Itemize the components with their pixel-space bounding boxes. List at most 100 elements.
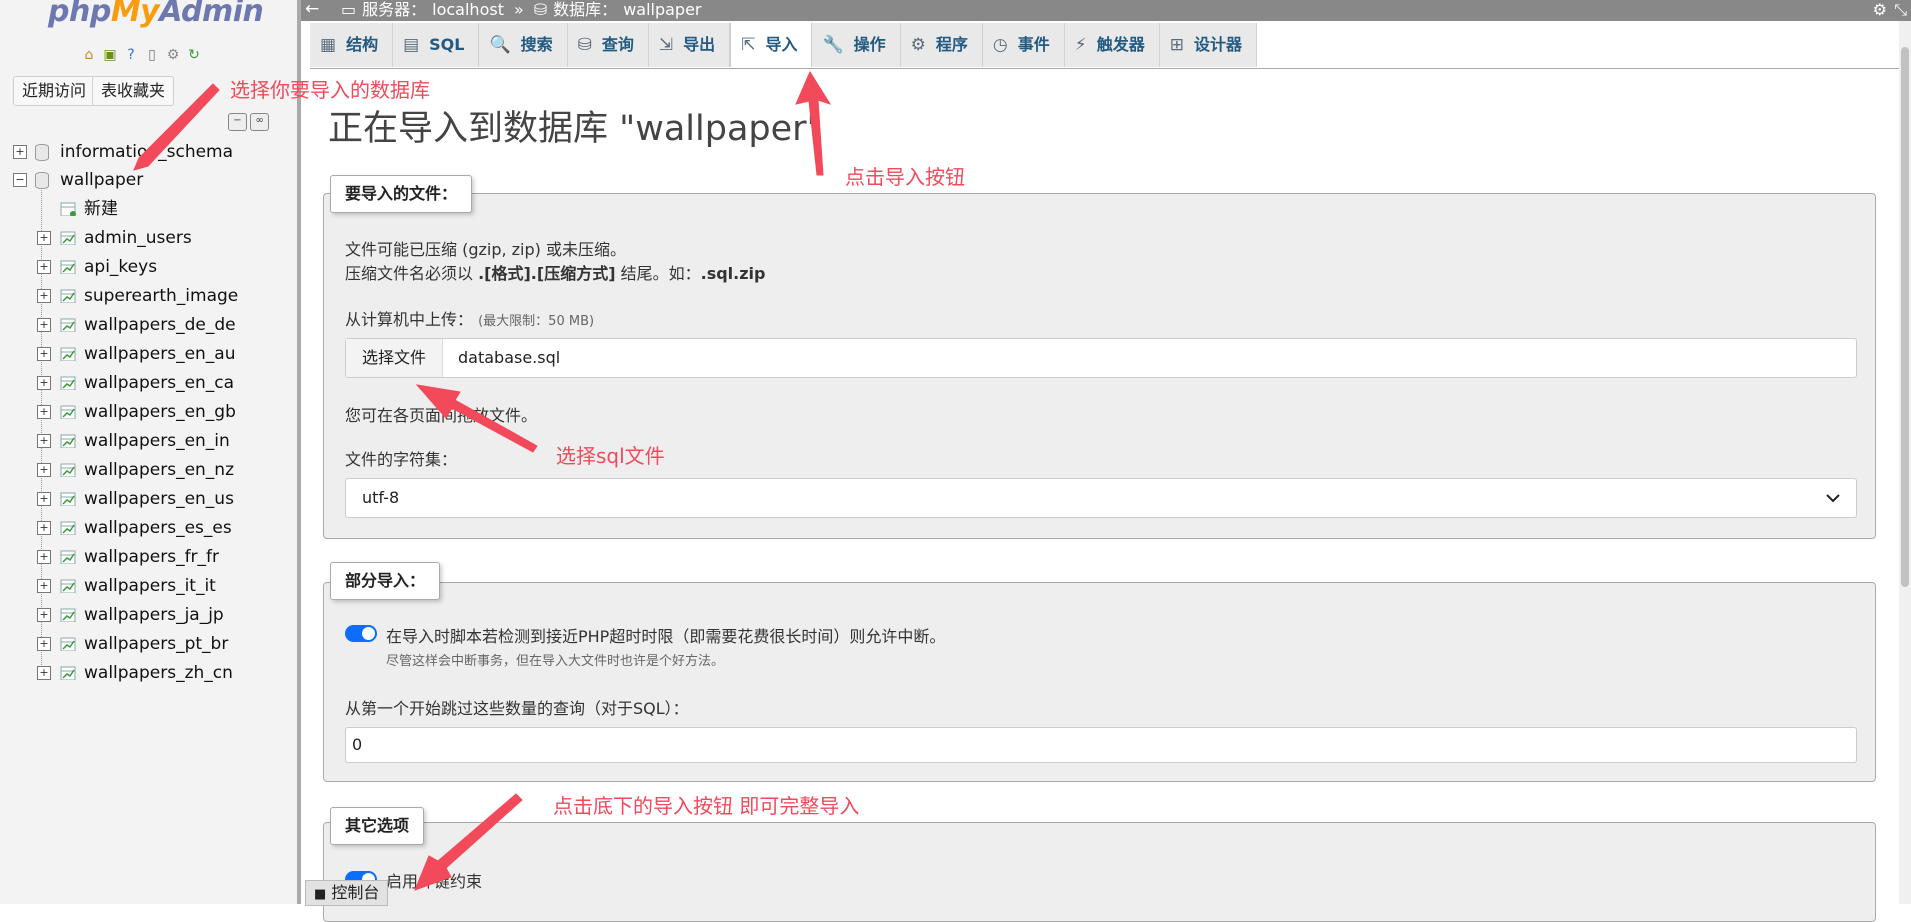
expand-icon[interactable]: +	[37, 666, 51, 680]
allow-interrupt-toggle[interactable]	[345, 625, 377, 642]
doc-icon[interactable]: ▯	[143, 46, 161, 64]
tree-table-item[interactable]: + wallpapers_en_us	[0, 487, 296, 511]
tree-table-item[interactable]: + wallpapers_pt_br	[0, 632, 296, 656]
expand-icon[interactable]: +	[37, 463, 51, 477]
tree-table-item[interactable]: + api_keys	[0, 255, 296, 279]
tree-table-label[interactable]: wallpapers_en_in	[84, 429, 230, 453]
table-icon	[60, 492, 76, 506]
tree-table-label[interactable]: wallpapers_pt_br	[84, 632, 228, 656]
tab-search[interactable]: 🔍 搜索	[479, 23, 568, 67]
tree-table-label[interactable]: api_keys	[84, 255, 157, 279]
breadcrumb-server-label[interactable]: 服务器：	[362, 0, 426, 19]
tab-trigger[interactable]: ⚡ 触发器	[1064, 23, 1160, 67]
tree-db-label[interactable]: information_schema	[60, 140, 233, 164]
tree-table-label[interactable]: wallpapers_en_au	[84, 342, 236, 366]
tab-clock[interactable]: ◷ 事件	[982, 23, 1065, 67]
help-icon[interactable]: ?	[122, 46, 140, 64]
breadcrumb-server[interactable]: localhost	[432, 0, 504, 19]
tree-table-label[interactable]: wallpapers_de_de	[84, 313, 236, 337]
tree-table-item[interactable]: + wallpapers_de_de	[0, 313, 296, 337]
link-with-main-icon[interactable]: ∞	[250, 113, 269, 131]
tree-table-item[interactable]: + wallpapers_zh_cn	[0, 661, 296, 685]
tree-table-label[interactable]: superearth_image	[84, 284, 238, 308]
tree-table-item[interactable]: + wallpapers_en_in	[0, 429, 296, 453]
collapse-icon[interactable]: −	[13, 173, 27, 187]
phpmyadmin-logo[interactable]: phpMyAdmin	[48, 0, 264, 29]
expand-icon[interactable]: +	[37, 289, 51, 303]
arrow-left-icon[interactable]: ←	[305, 0, 319, 19]
tree-table-item[interactable]: + wallpapers_en_gb	[0, 400, 296, 424]
tree-db-wallpaper[interactable]: − wallpaper	[0, 168, 296, 192]
tree-new-table[interactable]: 新建	[0, 197, 296, 221]
tree-table-label[interactable]: admin_users	[84, 226, 192, 250]
tab-routines[interactable]: ⚙ 程序	[900, 23, 983, 67]
breadcrumb-db[interactable]: wallpaper	[623, 0, 701, 19]
tree-table-label[interactable]: wallpapers_en_gb	[84, 400, 236, 424]
tab-export[interactable]: ⇲ 导出	[648, 23, 731, 67]
expand-icon[interactable]: +	[37, 637, 51, 651]
import-icon: ⇱	[741, 35, 756, 55]
tree-table-item[interactable]: + wallpapers_fr_fr	[0, 545, 296, 569]
collapse-all-icon[interactable]: −	[228, 113, 247, 131]
expand-icon[interactable]: +	[37, 492, 51, 506]
tree-table-label[interactable]: wallpapers_fr_fr	[84, 545, 219, 569]
expand-icon[interactable]: +	[13, 145, 27, 159]
tab-import[interactable]: ⇱ 导入	[730, 23, 813, 67]
tree-db-information-schema[interactable]: + information_schema	[0, 140, 296, 164]
expand-icon[interactable]: +	[37, 521, 51, 535]
tree-table-item[interactable]: + wallpapers_en_nz	[0, 458, 296, 482]
file-import-fieldset: 文件可能已压缩 (gzip, zip) 或未压缩。 压缩文件名必须以 .[格式]…	[323, 193, 1876, 539]
tree-table-item[interactable]: + wallpapers_ja_jp	[0, 603, 296, 627]
reload-icon[interactable]: ↻	[185, 46, 203, 64]
tab-sql[interactable]: ▤ SQL	[393, 23, 480, 67]
scrollbar[interactable]	[1899, 21, 1911, 904]
breadcrumb-db-label[interactable]: 数据库：	[553, 0, 617, 19]
settings-icon[interactable]: ⚙	[164, 46, 182, 64]
expand-icon[interactable]: +	[37, 608, 51, 622]
tree-new-label[interactable]: 新建	[84, 197, 118, 221]
expand-icon[interactable]: +	[37, 318, 51, 332]
recent-tables-button[interactable]: 近期访问	[13, 76, 96, 106]
tree-table-label[interactable]: wallpapers_en_nz	[84, 458, 234, 482]
gear-icon[interactable]: ⚙	[1873, 0, 1887, 19]
tree-table-item[interactable]: + admin_users	[0, 226, 296, 250]
tab-designer[interactable]: ⊞ 设计器	[1159, 23, 1257, 67]
expand-icon[interactable]: +	[37, 347, 51, 361]
scrollbar-thumb[interactable]	[1901, 47, 1909, 587]
expand-icon[interactable]: +	[37, 376, 51, 390]
console-toggle[interactable]: ■ 控制台	[305, 880, 389, 906]
expand-icon[interactable]: +	[37, 579, 51, 593]
tree-table-label[interactable]: wallpapers_ja_jp	[84, 603, 224, 627]
skip-queries-input[interactable]: 0	[345, 727, 1857, 763]
tree-table-item[interactable]: + wallpapers_es_es	[0, 516, 296, 540]
tree-table-label[interactable]: wallpapers_es_es	[84, 516, 232, 540]
tab-structure[interactable]: ▦ 结构	[310, 23, 394, 67]
allow-interrupt-label[interactable]: 在导入时脚本若检测到接近PHP超时时限（即需要花费很长时间）则允许中断。	[386, 623, 945, 647]
expand-icon[interactable]: +	[37, 434, 51, 448]
tree-table-label[interactable]: wallpapers_zh_cn	[84, 661, 233, 685]
tree-table-label[interactable]: wallpapers_en_us	[84, 487, 234, 511]
table-icon	[60, 521, 76, 535]
tree-table-item[interactable]: + wallpapers_en_ca	[0, 371, 296, 395]
database-icon[interactable]: ▣	[101, 46, 119, 64]
home-icon[interactable]: ⌂	[80, 46, 98, 64]
tab-wrench[interactable]: 🔧 操作	[812, 23, 901, 67]
tree-table-label[interactable]: wallpapers_it_it	[84, 574, 216, 598]
expand-icon[interactable]: +	[37, 550, 51, 564]
expand-icon[interactable]: +	[37, 405, 51, 419]
tab-query[interactable]: ⛁ 查询	[567, 23, 649, 67]
expand-icon[interactable]: +	[37, 260, 51, 274]
expand-icon[interactable]: +	[37, 231, 51, 245]
favorite-tables-button[interactable]: 表收藏夹	[92, 76, 175, 106]
tree-table-label[interactable]: wallpapers_en_ca	[84, 371, 234, 395]
collapse-icon[interactable]: ⤡	[1894, 0, 1907, 19]
tree-table-item[interactable]: + wallpapers_it_it	[0, 574, 296, 598]
charset-select[interactable]: utf-8	[345, 478, 1857, 518]
file-input[interactable]: 选择文件 database.sql	[345, 338, 1857, 378]
export-icon: ⇲	[658, 35, 674, 55]
tree-table-item[interactable]: + superearth_image	[0, 284, 296, 308]
foreign-key-label[interactable]: 启用外键约束	[386, 868, 482, 892]
tree-table-item[interactable]: + wallpapers_en_au	[0, 342, 296, 366]
choose-file-button[interactable]: 选择文件	[346, 339, 444, 377]
tree-db-label[interactable]: wallpaper	[60, 168, 143, 192]
